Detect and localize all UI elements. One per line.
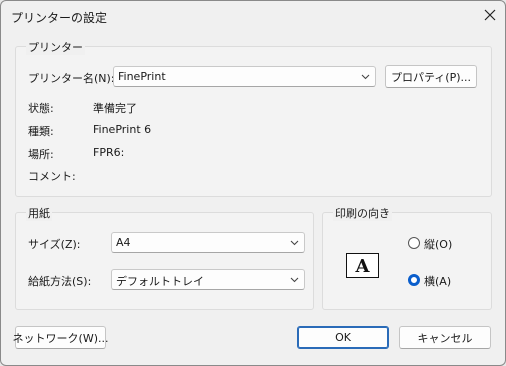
properties-button[interactable]: プロパティ(P)... [385, 65, 477, 88]
comment-label: コメント: [28, 170, 76, 183]
network-button[interactable]: ネットワーク(W)... [12, 326, 109, 349]
properties-button-label: プロパティ(P)... [390, 70, 472, 84]
size-value: A4 [116, 236, 131, 249]
cancel-button[interactable]: キャンセル [399, 326, 491, 349]
paper-preview-letter: A [355, 256, 371, 277]
printer-name-select[interactable]: FinePrint [113, 66, 376, 87]
landscape-radio[interactable] [408, 274, 420, 286]
type-value: FinePrint 6 [93, 123, 152, 136]
title-bar: プリンターの設定 [1, 1, 505, 31]
printer-name-value: FinePrint [118, 70, 166, 83]
paper-group-label: 用紙 [26, 205, 52, 221]
size-label: サイズ(Z): [28, 238, 81, 251]
location-value: FPR6: [93, 146, 125, 159]
chevron-down-icon [290, 240, 299, 246]
close-button[interactable] [479, 4, 501, 26]
source-value: デフォルトトレイ [116, 275, 204, 288]
dialog-title: プリンターの設定 [11, 11, 108, 25]
printer-group-label: プリンター [26, 39, 85, 55]
network-button-label: ネットワーク(W)... [12, 331, 109, 345]
cancel-button-label: キャンセル [417, 331, 473, 345]
portrait-label[interactable]: 縦(O) [424, 236, 452, 252]
type-label: 種類: [28, 125, 54, 138]
status-value: 準備完了 [93, 102, 137, 115]
source-select[interactable]: デフォルトトレイ [111, 269, 305, 290]
status-label: 状態: [28, 102, 54, 115]
portrait-radio[interactable] [408, 237, 420, 249]
chevron-down-icon [361, 74, 370, 80]
paper-group: 用紙 [15, 205, 314, 310]
chevron-down-icon [290, 277, 299, 283]
close-icon [484, 9, 496, 21]
orientation-group-label: 印刷の向き [333, 205, 392, 221]
printer-name-label: プリンター名(N): [28, 72, 115, 85]
ok-button[interactable]: OK [297, 326, 389, 349]
printer-setup-dialog: プリンターの設定 プリンター プリンター名(N): FinePrint プロパテ… [0, 0, 506, 366]
landscape-paper-icon: A [346, 253, 379, 278]
ok-button-label: OK [335, 331, 351, 344]
source-label: 給紙方法(S): [28, 275, 92, 288]
location-label: 場所: [28, 148, 54, 161]
size-select[interactable]: A4 [111, 232, 305, 253]
landscape-label[interactable]: 横(A) [424, 273, 451, 289]
